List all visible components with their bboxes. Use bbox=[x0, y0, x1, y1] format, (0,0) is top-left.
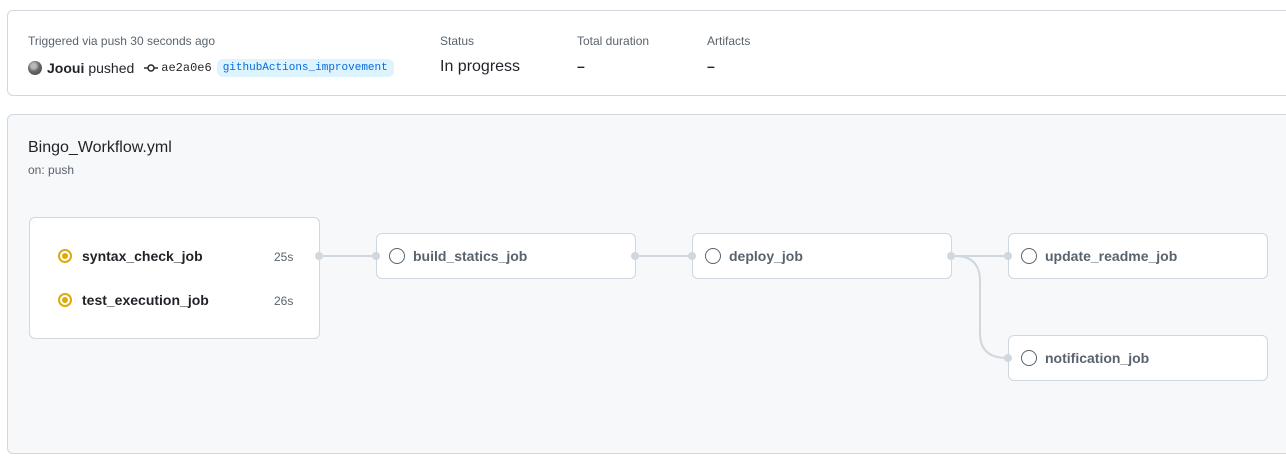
connector-dot bbox=[315, 252, 323, 260]
job-name[interactable]: syntax_check_job bbox=[82, 248, 203, 264]
job-duration: 25s bbox=[274, 250, 294, 264]
duration-value: – bbox=[577, 58, 585, 74]
queued-icon bbox=[705, 248, 721, 264]
job-card-build-statics[interactable]: build_statics_job bbox=[376, 233, 636, 279]
connector-dot bbox=[1004, 252, 1012, 260]
queued-icon bbox=[1021, 350, 1037, 366]
job-name[interactable]: deploy_job bbox=[729, 248, 803, 264]
job-card-notification[interactable]: notification_job bbox=[1008, 335, 1268, 381]
connector-dot bbox=[688, 252, 696, 260]
job-name[interactable]: build_statics_job bbox=[413, 248, 527, 264]
job-name[interactable]: test_execution_job bbox=[82, 292, 209, 308]
commit-sha-link[interactable]: ae2a0e6 bbox=[161, 61, 211, 75]
job-name[interactable]: update_readme_job bbox=[1045, 248, 1177, 264]
in-progress-icon bbox=[58, 293, 72, 307]
job-card-update-readme[interactable]: update_readme_job bbox=[1008, 233, 1268, 279]
queued-icon bbox=[1021, 248, 1037, 264]
run-summary: Triggered via push 30 seconds ago Jooui … bbox=[7, 10, 1286, 96]
actor-link[interactable]: Jooui bbox=[47, 60, 84, 76]
workflow-graph: Bingo_Workflow.yml on: push syntax_check… bbox=[7, 114, 1286, 454]
job-duration: 26s bbox=[274, 294, 294, 308]
action-text: pushed bbox=[88, 60, 135, 76]
parallel-jobs-group: syntax_check_job 25s test_execution_job … bbox=[29, 217, 320, 339]
job-name[interactable]: notification_job bbox=[1045, 350, 1149, 366]
job-deploy[interactable]: deploy_job bbox=[705, 246, 803, 266]
job-syntax-check[interactable]: syntax_check_job bbox=[58, 246, 203, 266]
connector-dot bbox=[372, 252, 380, 260]
job-test-execution[interactable]: test_execution_job bbox=[58, 290, 209, 310]
connector-dot bbox=[1004, 354, 1012, 362]
job-notification[interactable]: notification_job bbox=[1021, 348, 1149, 368]
connector-dot bbox=[947, 252, 955, 260]
status-label: Status bbox=[440, 34, 475, 48]
in-progress-icon bbox=[58, 249, 72, 263]
artifacts-label: Artifacts bbox=[707, 34, 751, 48]
job-card-deploy[interactable]: deploy_job bbox=[692, 233, 952, 279]
triggered-label: Triggered via push 30 seconds ago bbox=[28, 34, 216, 48]
job-build-statics[interactable]: build_statics_job bbox=[389, 246, 527, 266]
duration-label: Total duration bbox=[577, 34, 650, 48]
status-value: In progress bbox=[440, 58, 521, 75]
branch-badge[interactable]: githubActions_improvement bbox=[216, 59, 394, 77]
git-commit-icon bbox=[144, 64, 159, 72]
avatar[interactable] bbox=[28, 61, 42, 75]
job-update-readme[interactable]: update_readme_job bbox=[1021, 246, 1177, 266]
artifacts-value: – bbox=[707, 58, 715, 74]
connector-dot bbox=[631, 252, 639, 260]
trigger-row: Jooui pushed ae2a0e6 githubActions_impro… bbox=[28, 58, 394, 78]
queued-icon bbox=[389, 248, 405, 264]
